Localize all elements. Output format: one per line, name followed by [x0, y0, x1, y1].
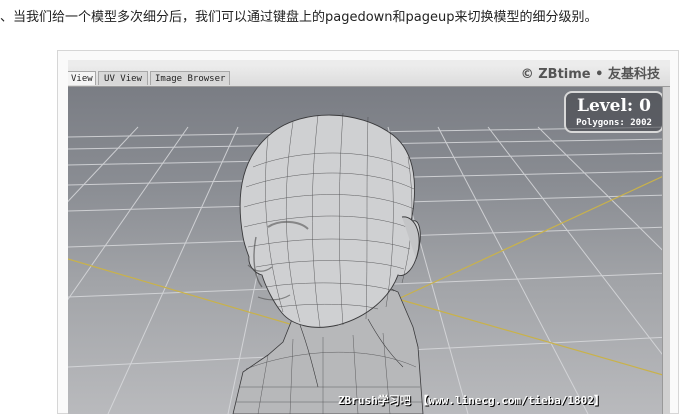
- level-label: Level: 0: [577, 96, 651, 116]
- zbrush-window: View UV View Image Browser © ZBtime • 友基…: [68, 60, 670, 414]
- tab-image-browser[interactable]: Image Browser: [150, 71, 230, 85]
- subdivision-level-panel: Level: 0 Polygons: 2002: [564, 91, 664, 133]
- viewport-canvas: [68, 112, 670, 414]
- head-bust-model: [232, 112, 424, 414]
- tab-view[interactable]: View: [68, 71, 96, 85]
- tab-bar: View UV View Image Browser © ZBtime • 友基…: [68, 60, 670, 87]
- zbrush-forum-watermark: ZBrush学习吧 【www.linecg.com/tieba/1802】: [338, 394, 605, 407]
- intro-paragraph: 、当我们给一个模型多次细分后，我们可以通过键盘上的pagedown和pageup…: [0, 10, 598, 25]
- viewport-scrollbar[interactable]: [662, 87, 670, 414]
- zbtime-watermark: © ZBtime • 友基科技: [520, 67, 660, 82]
- tab-uv-view[interactable]: UV View: [98, 71, 148, 85]
- polygons-count: Polygons: 2002: [576, 118, 652, 128]
- 3d-viewport[interactable]: Level: 0 Polygons: 2002 ZBrush学习吧 【www.l…: [68, 87, 670, 414]
